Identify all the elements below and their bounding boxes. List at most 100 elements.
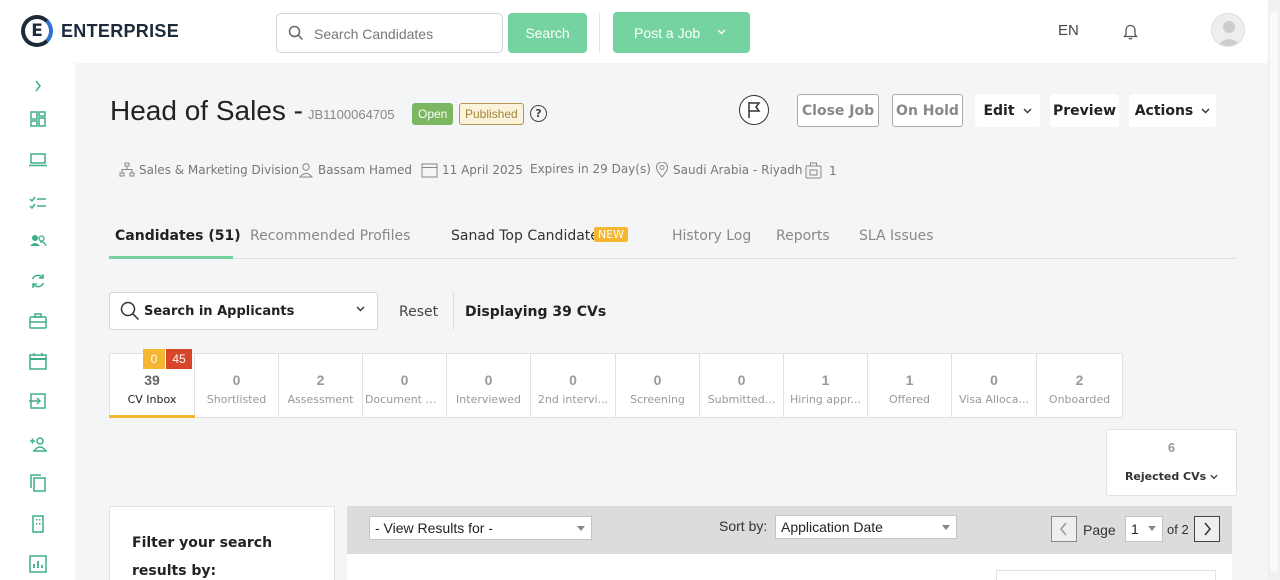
search-divider — [453, 292, 454, 330]
next-page-button[interactable] — [1194, 516, 1220, 542]
reset-link[interactable]: Reset — [399, 304, 438, 320]
flag-icon — [748, 102, 761, 118]
page-label: Page — [1083, 522, 1116, 538]
user-avatar-icon — [1217, 21, 1241, 46]
report-chart-icon[interactable] — [28, 554, 48, 574]
sync-icon[interactable] — [28, 271, 48, 291]
rejected-label: Rejected CVs — [1107, 470, 1236, 483]
tab-recommended-profiles[interactable]: Recommended Profiles — [250, 228, 410, 244]
pipeline-count: 0 — [653, 372, 662, 388]
user-icon — [298, 163, 314, 178]
logo-icon[interactable]: E — [21, 15, 53, 47]
pipeline-new-badge: 0 — [143, 349, 165, 369]
meta-owner: Bassam Hamed — [298, 162, 412, 178]
post-job-button[interactable]: Post a Job — [613, 12, 750, 53]
rejected-cvs-card[interactable]: 6 Rejected CVs — [1106, 429, 1237, 496]
dropdown-caret-icon — [942, 525, 950, 530]
pipeline-label: Visa Alloca... — [959, 393, 1029, 406]
meta-division: Sales & Marketing Division — [119, 162, 299, 178]
pipeline-stage[interactable]: 2 Assessment — [279, 353, 363, 418]
flag-button[interactable] — [739, 95, 769, 125]
pipeline-label: Hiring appr... — [789, 393, 862, 406]
pipeline-count: 0 — [569, 372, 577, 388]
chevron-left-icon — [1060, 522, 1067, 536]
pipeline-stage[interactable]: 0 Submitted... — [700, 353, 784, 418]
chevron-right-icon — [1204, 522, 1211, 536]
pipeline-label: Submitted... — [707, 393, 776, 406]
pipeline-stage[interactable]: 0 Document Co... — [363, 353, 447, 418]
pipeline-stage[interactable]: 0 45 39 CV Inbox — [109, 349, 195, 418]
view-results-select[interactable]: - View Results for - — [369, 516, 592, 540]
location-text: Saudi Arabia - Riyadh — [673, 163, 803, 177]
search-icon — [288, 25, 304, 41]
pipeline-stage[interactable]: 0 Screening — [616, 353, 700, 418]
help-icon[interactable]: ? — [530, 105, 547, 122]
page-select[interactable]: 1 — [1125, 516, 1163, 542]
page-total: of 2 — [1167, 522, 1189, 537]
sign-in-icon[interactable] — [28, 391, 48, 411]
tab-sla-issues[interactable]: SLA Issues — [859, 228, 934, 244]
building-icon[interactable] — [28, 514, 48, 534]
job-id: JB1100064705 — [308, 107, 395, 122]
actions-button[interactable]: Actions — [1129, 94, 1216, 127]
pipeline-stage[interactable]: 1 Offered — [868, 353, 952, 418]
tab-history-log[interactable]: History Log — [672, 228, 751, 244]
pipeline-stage[interactable]: 2 Onboarded — [1037, 353, 1123, 418]
tab-sanad-top-candidates[interactable]: Sanad Top Candidates — [451, 228, 606, 244]
copy-icon[interactable] — [28, 473, 48, 493]
meta-openings: 1 — [805, 162, 837, 179]
chevron-down-icon — [356, 306, 365, 312]
edit-label: Edit — [983, 102, 1015, 119]
pipeline-stage[interactable]: 0 Shortlisted — [195, 353, 279, 418]
chevron-down-icon — [717, 29, 726, 35]
meta-expires: Expires in 29 Day(s) — [530, 162, 651, 176]
search-icon — [120, 301, 140, 321]
pipeline-count: 1 — [821, 372, 830, 388]
tab-candidates[interactable]: Candidates (51) — [115, 228, 241, 244]
add-user-icon[interactable] — [28, 434, 48, 454]
pipeline-count: 0 — [400, 372, 409, 388]
pipeline-label: Onboarded — [1048, 393, 1111, 406]
pipeline-stage[interactable]: 0 Interviewed — [447, 353, 531, 418]
edit-button[interactable]: Edit — [975, 94, 1040, 127]
language-selector[interactable]: EN — [1058, 22, 1079, 39]
search-in-applicants-dropdown[interactable]: Search in Applicants — [109, 292, 378, 330]
dropdown-caret-icon — [1148, 526, 1156, 531]
prev-page-button[interactable] — [1051, 516, 1077, 542]
logo-letter: E — [31, 21, 43, 41]
pipeline-label: Interviewed — [456, 393, 521, 406]
preview-button[interactable]: Preview — [1050, 94, 1119, 127]
expand-sidebar-icon[interactable] — [28, 76, 48, 96]
pipeline-label: CV Inbox — [127, 393, 177, 406]
tab-reports[interactable]: Reports — [776, 228, 830, 244]
sort-select[interactable]: Application Date — [775, 515, 957, 539]
post-job-label: Post a Job — [634, 24, 701, 41]
dashboard-icon[interactable] — [28, 109, 48, 129]
new-badge: NEW — [594, 227, 629, 242]
results-list — [347, 554, 1232, 580]
scrollbar-thumb[interactable] — [1270, 12, 1278, 572]
laptop-icon[interactable] — [28, 150, 48, 170]
pipeline-count: 0 — [737, 372, 746, 388]
chevron-down-icon — [1023, 108, 1032, 113]
checklist-icon[interactable] — [28, 193, 48, 213]
org-chart-icon — [119, 162, 135, 177]
close-job-button[interactable]: Close Job — [797, 94, 879, 127]
location-pin-icon — [655, 162, 669, 178]
on-hold-button[interactable]: On Hold — [892, 94, 963, 127]
avatar[interactable] — [1211, 13, 1245, 47]
users-icon[interactable] — [28, 231, 48, 251]
filter-panel: Filter your search results by: — [109, 506, 335, 580]
briefcase-icon[interactable] — [28, 311, 48, 331]
bell-icon[interactable] — [1123, 24, 1138, 41]
pipeline-stage[interactable]: 1 Hiring appr... — [784, 353, 868, 418]
pipeline-count: 0 — [990, 372, 998, 388]
search-in-applicants-label: Search in Applicants — [144, 304, 295, 319]
actions-label: Actions — [1134, 102, 1194, 119]
pipeline-label: Shortlisted — [206, 393, 267, 406]
search-button[interactable]: Search — [508, 13, 587, 53]
candidate-search-input[interactable] — [314, 23, 494, 45]
calendar-icon[interactable] — [28, 351, 48, 371]
pipeline-stage[interactable]: 0 Visa Alloca... — [952, 353, 1037, 418]
pipeline-stage[interactable]: 0 2nd intervi... — [531, 353, 616, 418]
